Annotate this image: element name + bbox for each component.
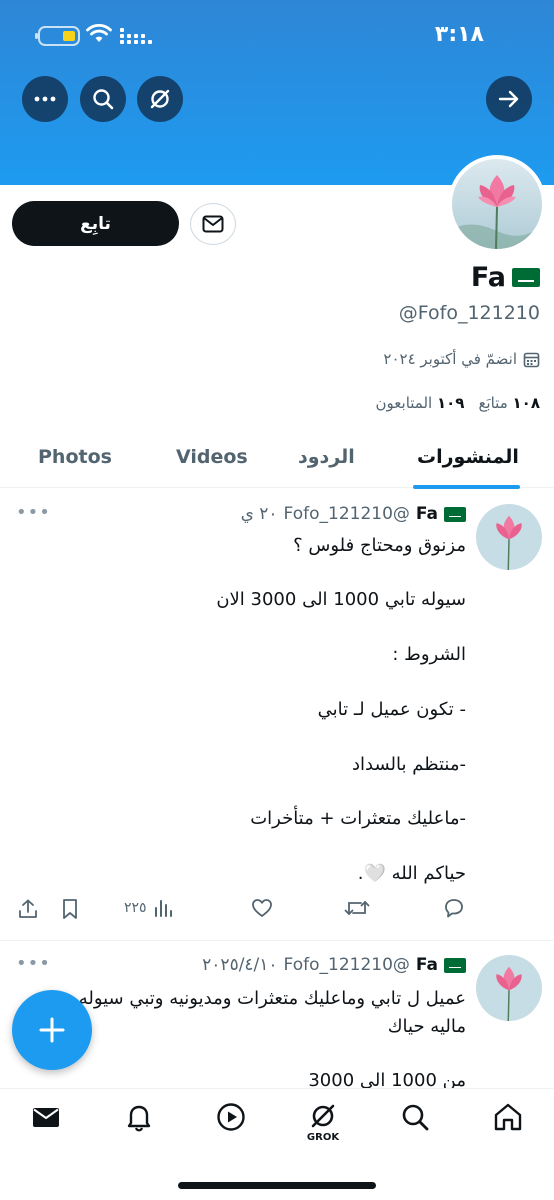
more-button[interactable] (22, 76, 68, 122)
post-author-name: Fa (415, 504, 438, 524)
mail-icon (33, 1108, 59, 1127)
mail-icon (202, 215, 224, 233)
post-author-handle: @Fofo_121210 (283, 504, 410, 524)
post-avatar[interactable] (476, 504, 542, 570)
views-button[interactable]: ٢٢٥ (124, 898, 173, 918)
battery-icon (35, 26, 80, 46)
nav-home[interactable] (485, 1101, 531, 1151)
search-icon (93, 89, 114, 110)
post-line: - تكون عميل لـ تابي (317, 699, 466, 720)
search-icon (402, 1104, 429, 1131)
compose-button[interactable] (12, 990, 92, 1070)
followers-link[interactable]: ١٠٩ المتابعون (376, 394, 465, 412)
post-line: عميل ل تابي وماعليك متعثرات ومديونيه وتب… (78, 988, 466, 1009)
like-button[interactable] (251, 898, 273, 918)
followers-count: ١٠٩ (436, 394, 465, 412)
saudi-flag-icon (444, 957, 466, 973)
back-button[interactable] (486, 76, 532, 122)
home-indicator (178, 1182, 376, 1189)
post-time: ٢٠٢٥/٤/١٠ (202, 955, 278, 975)
post-actions: ٢٢٥ (0, 898, 554, 938)
joined-date: انضمّ في أكتوبر ٢٠٢٤ (383, 350, 540, 368)
saudi-flag-icon (512, 268, 540, 287)
post-line: مزنوق ومحتاج فلوس ؟ (293, 535, 466, 556)
status-bar: ٣:١٨ (0, 20, 554, 54)
tab-videos[interactable]: Videos (176, 446, 248, 468)
profile-tabs: المنشورات الردود Videos Photos (0, 430, 554, 489)
share-button[interactable] (17, 898, 39, 920)
post-header: Fa @Fofo_121210 ٢٠ ي (241, 504, 466, 524)
reply-button[interactable] (443, 898, 465, 918)
following-count: ١٠٨ (512, 394, 540, 412)
tab-replies[interactable]: الردود (298, 446, 355, 468)
wifi-icon (86, 24, 112, 42)
bookmark-icon (63, 899, 77, 919)
nav-grok[interactable]: GROK (300, 1101, 346, 1151)
post-line: ماليه حياك (387, 1016, 466, 1037)
following-label: متابَع (478, 394, 508, 412)
lotus-avatar-image (452, 159, 542, 249)
post-line: حياكم الله 🤍. (357, 863, 466, 884)
follow-stats: ١٠٨ متابَع ١٠٩ المتابعون (376, 394, 540, 412)
followers-label: المتابعون (375, 394, 433, 412)
post-line: -ماعليك متعثرات + متأخرات (250, 808, 466, 829)
repost-button[interactable] (344, 898, 370, 918)
grok-label: GROK (306, 1132, 340, 1143)
post-more-icon[interactable]: ••• (16, 953, 51, 974)
post-author-name: Fa (415, 955, 438, 975)
play-icon (217, 1103, 245, 1131)
nav-video[interactable] (208, 1101, 254, 1151)
plus-icon (39, 1017, 65, 1043)
signal-icon (120, 28, 152, 44)
views-count: ٢٢٥ (124, 900, 147, 916)
post-header: Fa @Fofo_121210 ٢٠٢٥/٤/١٠ (202, 955, 466, 975)
nav-messages[interactable] (23, 1101, 69, 1151)
post-line: سيوله تابي 1000 الى 3000 الان (216, 589, 466, 610)
active-tab-indicator (413, 485, 520, 489)
profile-name: Fa (470, 262, 506, 293)
follow-button[interactable]: تابِع (12, 201, 179, 246)
grok-icon (311, 1104, 335, 1128)
nav-notifications[interactable] (116, 1101, 162, 1151)
bell-icon (127, 1105, 151, 1132)
post[interactable]: ••• Fa @Fofo_121210 ٢٠ ي مزنوق ومحتاج فل… (0, 490, 554, 940)
saudi-flag-icon (444, 506, 466, 522)
post-line: -منتظم بالسداد (352, 754, 466, 775)
following-link[interactable]: ١٠٨ متابَع (478, 394, 540, 412)
repost-icon (344, 901, 370, 915)
nav-search[interactable] (392, 1101, 438, 1151)
tab-photos[interactable]: Photos (38, 446, 112, 468)
home-icon (494, 1103, 522, 1131)
status-time: ٣:١٨ (434, 22, 484, 47)
grok-icon (150, 89, 170, 109)
post-time: ٢٠ ي (240, 504, 278, 524)
profile-avatar[interactable] (448, 155, 546, 253)
calendar-icon (523, 352, 540, 367)
tab-posts[interactable]: المنشورات (417, 446, 519, 468)
post-more-icon[interactable]: ••• (16, 502, 51, 523)
bookmark-button[interactable] (61, 898, 79, 920)
views-icon (154, 900, 172, 917)
post-author-handle: @Fofo_121210 (283, 955, 410, 975)
more-icon (34, 96, 56, 102)
lotus-avatar-image (476, 955, 542, 1021)
message-button[interactable] (190, 203, 236, 245)
share-icon (19, 899, 37, 918)
search-button[interactable] (80, 76, 126, 122)
grok-button[interactable] (137, 76, 183, 122)
profile-handle: @Fofo_121210 (398, 302, 540, 324)
heart-icon (252, 899, 272, 917)
lotus-avatar-image (476, 504, 542, 570)
post-line: الشروط : (392, 644, 466, 665)
reply-icon (445, 899, 463, 918)
post-avatar[interactable] (476, 955, 542, 1021)
profile-name-row: Fa (471, 262, 540, 293)
arrow-right-icon (498, 90, 519, 108)
joined-text: انضمّ في أكتوبر ٢٠٢٤ (383, 350, 517, 368)
